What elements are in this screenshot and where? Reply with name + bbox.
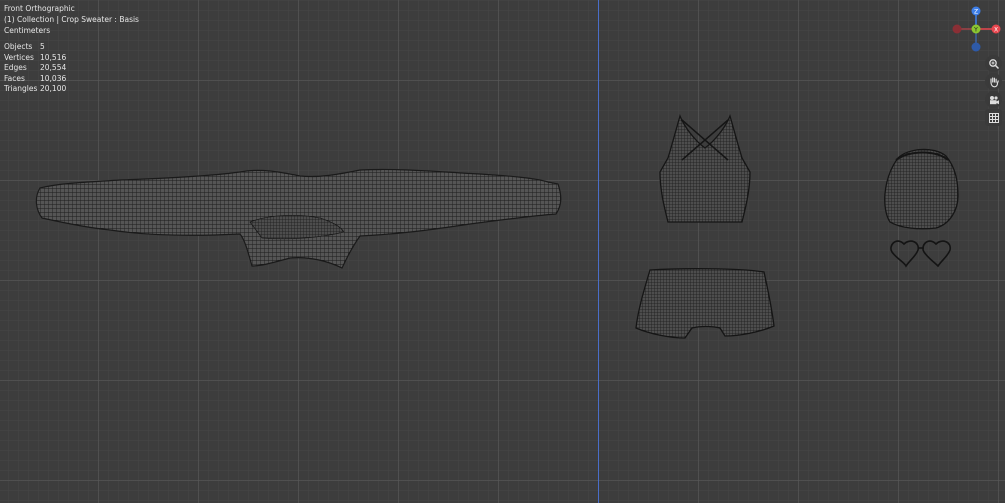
sports-bra-mesh[interactable] [659, 113, 751, 223]
crop-sweater-mesh[interactable] [35, 168, 562, 269]
scene-meshes [35, 113, 959, 339]
heart-glasses-mesh[interactable] [890, 240, 952, 268]
3d-viewport[interactable]: Front Orthographic (1) Collection | Crop… [0, 0, 1005, 503]
shorts-mesh[interactable] [635, 268, 775, 339]
beanie-mesh[interactable] [884, 148, 959, 230]
